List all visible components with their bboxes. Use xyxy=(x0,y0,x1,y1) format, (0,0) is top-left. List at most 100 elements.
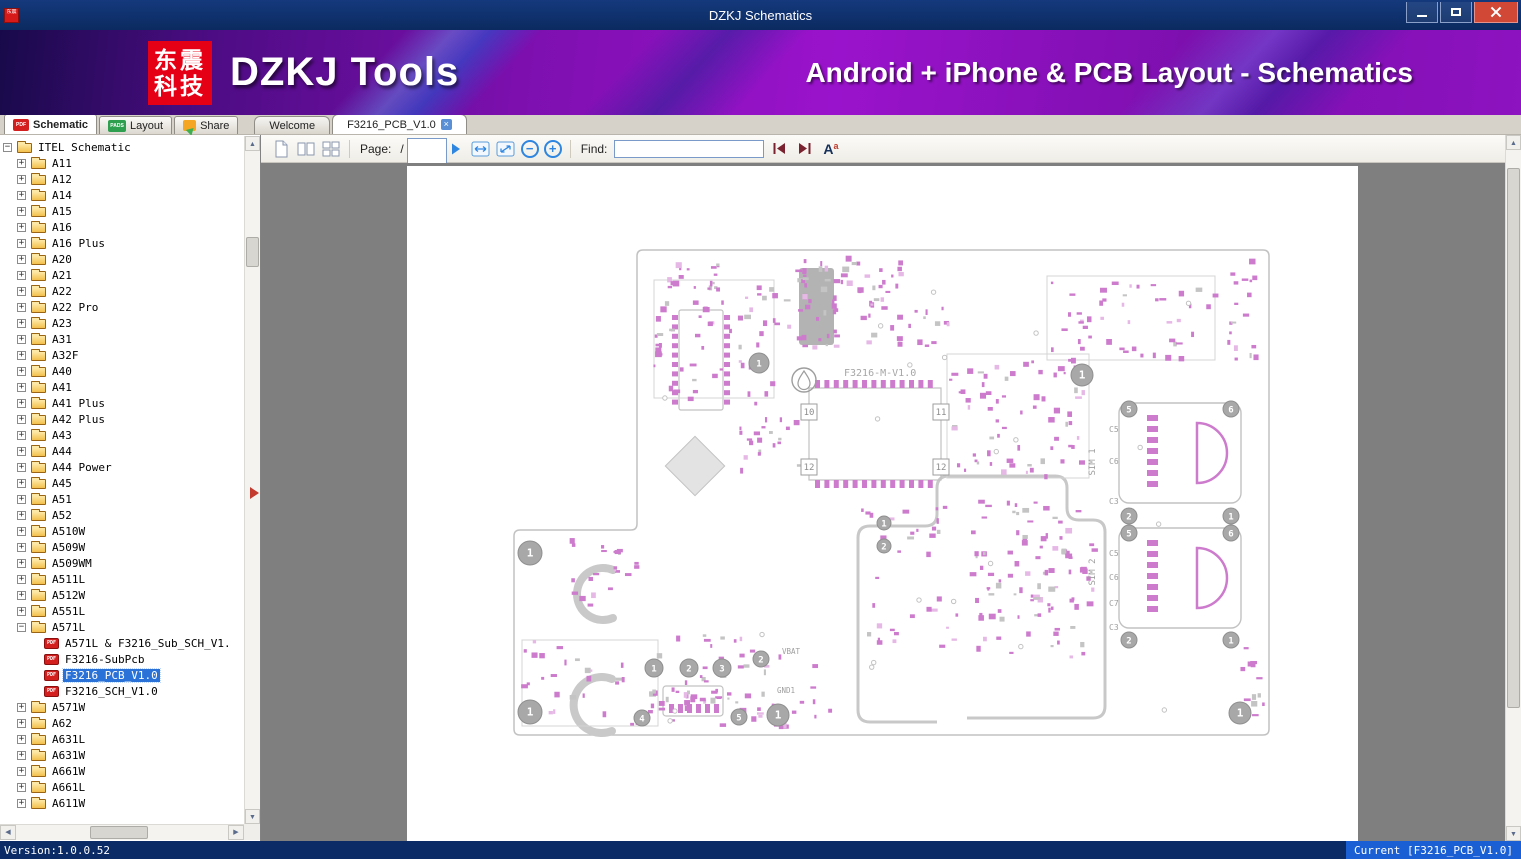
expand-icon[interactable]: + xyxy=(17,287,26,296)
match-case-icon[interactable]: A a xyxy=(823,142,838,156)
expand-icon[interactable]: + xyxy=(17,511,26,520)
tree-folder-a42-plus[interactable]: +A42 Plus xyxy=(0,411,244,427)
expand-icon[interactable]: + xyxy=(17,719,26,728)
tab-welcome[interactable]: Welcome xyxy=(254,116,330,134)
expand-icon[interactable]: + xyxy=(17,591,26,600)
tree-file-f3216-sch-v1-0[interactable]: PDFF3216_SCH_V1.0 xyxy=(0,683,244,699)
next-page-icon[interactable] xyxy=(446,139,466,159)
expand-icon[interactable]: + xyxy=(17,383,26,392)
tree-folder-a43[interactable]: +A43 xyxy=(0,427,244,443)
expand-icon[interactable]: + xyxy=(17,207,26,216)
expand-icon[interactable]: + xyxy=(17,303,26,312)
scroll-left-icon[interactable]: ◀ xyxy=(0,825,16,840)
tree-file-f3216-subpcb[interactable]: PDFF3216-SubPcb xyxy=(0,651,244,667)
collapse-sidebar-arrow[interactable] xyxy=(250,487,265,499)
tree-folder-a509wm[interactable]: +A509WM xyxy=(0,555,244,571)
tree-folder-a611w[interactable]: +A611W xyxy=(0,795,244,811)
expand-icon[interactable]: + xyxy=(17,223,26,232)
find-previous-icon[interactable] xyxy=(769,139,789,159)
minimize-button[interactable] xyxy=(1406,2,1438,23)
expand-icon[interactable]: + xyxy=(17,399,26,408)
tree-folder-a44-power[interactable]: +A44 Power xyxy=(0,459,244,475)
scrollbar-thumb[interactable] xyxy=(1507,168,1520,708)
tree-folder-a661l[interactable]: +A661L xyxy=(0,779,244,795)
collapse-icon[interactable]: − xyxy=(3,143,12,152)
expand-icon[interactable]: + xyxy=(17,175,26,184)
close-tab-icon[interactable]: × xyxy=(441,119,452,130)
close-button[interactable] xyxy=(1474,2,1518,23)
expand-icon[interactable]: + xyxy=(17,271,26,280)
single-page-icon[interactable] xyxy=(271,139,291,159)
collapse-icon[interactable]: − xyxy=(17,623,26,632)
canvas-vertical-scrollbar[interactable]: ▲ ▼ xyxy=(1505,135,1521,841)
expand-icon[interactable]: + xyxy=(17,479,26,488)
scrollbar-thumb[interactable] xyxy=(90,826,148,839)
tree-folder-a51[interactable]: +A51 xyxy=(0,491,244,507)
fit-width-icon[interactable] xyxy=(471,139,491,159)
tab-share[interactable]: Share xyxy=(174,116,238,134)
tree-folder-a40[interactable]: +A40 xyxy=(0,363,244,379)
scroll-down-icon[interactable]: ▼ xyxy=(245,809,260,824)
tree-folder-a15[interactable]: +A15 xyxy=(0,203,244,219)
canvas-area[interactable]: F3216-M-V1.0SIM 1SIM 2VBATGND11111111232… xyxy=(261,163,1521,841)
tree-folder-a41-plus[interactable]: +A41 Plus xyxy=(0,395,244,411)
maximize-button[interactable] xyxy=(1440,2,1472,23)
tree-folder-a12[interactable]: +A12 xyxy=(0,171,244,187)
expand-icon[interactable]: + xyxy=(17,527,26,536)
expand-icon[interactable]: + xyxy=(17,319,26,328)
tree-folder-a510w[interactable]: +A510W xyxy=(0,523,244,539)
multi-page-view-icon[interactable] xyxy=(321,139,341,159)
expand-icon[interactable]: + xyxy=(17,447,26,456)
expand-icon[interactable]: + xyxy=(17,367,26,376)
expand-icon[interactable]: + xyxy=(17,735,26,744)
expand-icon[interactable]: + xyxy=(17,463,26,472)
tree-folder-a551l[interactable]: +A551L xyxy=(0,603,244,619)
tree-file-a571l-f3216-sub-sch-v1-[interactable]: PDFA571L & F3216_Sub_SCH_V1. xyxy=(0,635,244,651)
expand-icon[interactable]: + xyxy=(17,415,26,424)
tree-folder-a631w[interactable]: +A631W xyxy=(0,747,244,763)
tab-layout[interactable]: PADS Layout xyxy=(99,116,172,134)
expand-icon[interactable]: + xyxy=(17,335,26,344)
tab-f3216-pcb[interactable]: F3216_PCB_V1.0 × xyxy=(332,114,467,134)
find-input[interactable] xyxy=(614,140,764,158)
tree-folder-a45[interactable]: +A45 xyxy=(0,475,244,491)
expand-icon[interactable]: + xyxy=(17,575,26,584)
expand-icon[interactable]: + xyxy=(17,607,26,616)
tree-folder-a14[interactable]: +A14 xyxy=(0,187,244,203)
tree-folder-itel-schematic[interactable]: −ITEL Schematic xyxy=(0,139,244,155)
tree-folder-a52[interactable]: +A52 xyxy=(0,507,244,523)
tree-folder-a20[interactable]: +A20 xyxy=(0,251,244,267)
scroll-down-icon[interactable]: ▼ xyxy=(1506,826,1521,841)
tree-folder-a509w[interactable]: +A509W xyxy=(0,539,244,555)
scroll-right-icon[interactable]: ▶ xyxy=(228,825,244,840)
two-page-view-icon[interactable] xyxy=(296,139,316,159)
tree-folder-a571l[interactable]: −A571L xyxy=(0,619,244,635)
expand-icon[interactable]: + xyxy=(17,495,26,504)
expand-icon[interactable]: + xyxy=(17,191,26,200)
expand-icon[interactable]: + xyxy=(17,543,26,552)
tree-folder-a31[interactable]: +A31 xyxy=(0,331,244,347)
scroll-up-icon[interactable]: ▲ xyxy=(245,136,260,151)
expand-icon[interactable]: + xyxy=(17,767,26,776)
scroll-up-icon[interactable]: ▲ xyxy=(1506,135,1521,150)
tree-folder-a11[interactable]: +A11 xyxy=(0,155,244,171)
tree-folder-a661w[interactable]: +A661W xyxy=(0,763,244,779)
tree-folder-a32f[interactable]: +A32F xyxy=(0,347,244,363)
tree-folder-a23[interactable]: +A23 xyxy=(0,315,244,331)
tree-horizontal-scrollbar[interactable]: ◀ ▶ xyxy=(0,824,244,840)
tree-folder-a571w[interactable]: +A571W xyxy=(0,699,244,715)
zoom-out-icon[interactable]: − xyxy=(521,140,539,158)
tree-folder-a62[interactable]: +A62 xyxy=(0,715,244,731)
expand-icon[interactable]: + xyxy=(17,239,26,248)
expand-icon[interactable]: + xyxy=(17,159,26,168)
schematic-tree[interactable]: −ITEL Schematic+A11+A12+A14+A15+A16+A16 … xyxy=(0,136,244,824)
zoom-in-icon[interactable]: + xyxy=(544,140,562,158)
tree-folder-a22-pro[interactable]: +A22 Pro xyxy=(0,299,244,315)
expand-icon[interactable]: + xyxy=(17,255,26,264)
tree-folder-a44[interactable]: +A44 xyxy=(0,443,244,459)
tree-folder-a22[interactable]: +A22 xyxy=(0,283,244,299)
fit-page-icon[interactable] xyxy=(496,139,516,159)
tree-folder-a512w[interactable]: +A512W xyxy=(0,587,244,603)
tree-folder-a16[interactable]: +A16 xyxy=(0,219,244,235)
scrollbar-thumb[interactable] xyxy=(246,237,259,267)
